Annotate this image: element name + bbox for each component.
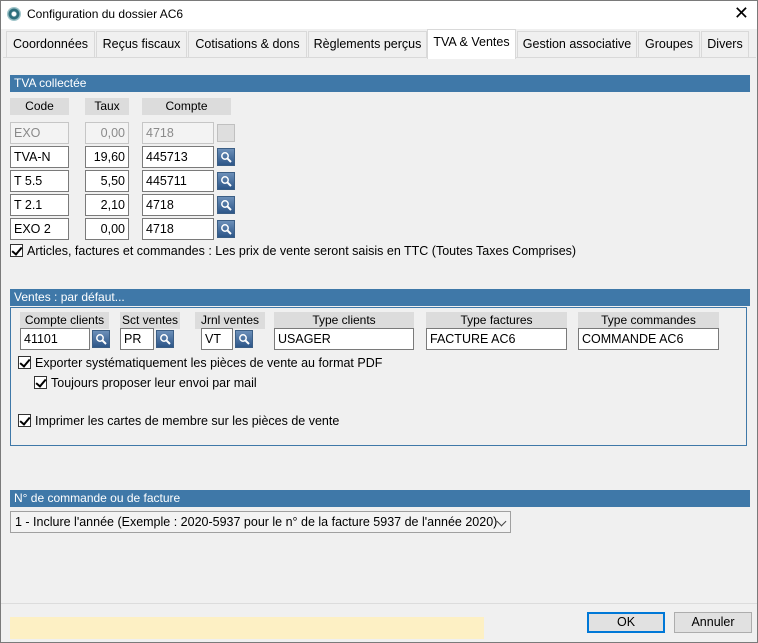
tva-code-field[interactable]: T 5.5	[10, 170, 69, 192]
tva-taux-field: 0,00	[85, 122, 129, 144]
sct-ventes-field[interactable]: PR	[120, 328, 154, 350]
tab-coordonnees[interactable]: Coordonnées	[6, 31, 95, 57]
send-mail-label: Toujours proposer leur envoi par mail	[51, 376, 257, 390]
config-dialog: Configuration du dossier AC6 ✕ Coordonné…	[0, 0, 758, 643]
window-title: Configuration du dossier AC6	[27, 7, 184, 21]
tva-compte-field[interactable]: 445711	[142, 170, 214, 192]
send-mail-checkbox[interactable]	[34, 376, 47, 389]
title-bar: Configuration du dossier AC6 ✕	[1, 1, 757, 29]
ttc-checkbox-row[interactable]: Articles, factures et commandes : Les pr…	[10, 243, 576, 259]
jrnl-ventes-lookup-button[interactable]	[235, 330, 253, 348]
export-pdf-row[interactable]: Exporter systématiquement les pièces de …	[18, 355, 382, 371]
ttc-checkbox-label: Articles, factures et commandes : Les pr…	[27, 244, 577, 258]
type-factures-field[interactable]: FACTURE AC6	[426, 328, 567, 350]
compte-lookup-button[interactable]	[217, 172, 235, 190]
magnifier-icon	[239, 334, 250, 345]
tab-gestion-associative[interactable]: Gestion associative	[517, 31, 637, 57]
dialog-footer: OK Annuler	[1, 603, 757, 642]
tva-code-field[interactable]: EXO 2	[10, 218, 69, 240]
app-icon	[7, 7, 21, 21]
compte-lookup-button[interactable]	[217, 220, 235, 238]
tva-compte-field[interactable]: 445713	[142, 146, 214, 168]
chevron-down-icon	[496, 516, 507, 527]
numbering-selected-value: 1 - Inclure l'année (Exemple : 2020-5937…	[15, 515, 498, 529]
header-type-factures: Type factures	[426, 312, 567, 329]
tva-code-field[interactable]: T 2.1	[10, 194, 69, 216]
send-mail-row[interactable]: Toujours proposer leur envoi par mail	[34, 375, 257, 391]
magnifier-icon	[221, 200, 232, 211]
compte-lookup-button	[217, 124, 235, 142]
type-clients-field[interactable]: USAGER	[274, 328, 414, 350]
header-compte-clients: Compte clients	[20, 312, 109, 329]
header-type-commandes: Type commandes	[578, 312, 719, 329]
compte-clients-lookup-button[interactable]	[92, 330, 110, 348]
export-pdf-checkbox[interactable]	[18, 356, 31, 369]
tab-cotisations-dons[interactable]: Cotisations & dons	[188, 31, 307, 57]
tva-taux-field[interactable]: 19,60	[85, 146, 129, 168]
tab-bar: Coordonnées Reçus fiscaux Cotisations & …	[3, 29, 755, 59]
header-jrnl-ventes: Jrnl ventes	[195, 312, 265, 329]
tva-compte-field: 4718	[142, 122, 214, 144]
header-sct-ventes: Sct ventes	[120, 312, 180, 329]
tva-compte-field[interactable]: 4718	[142, 218, 214, 240]
print-cards-label: Imprimer les cartes de membre sur les pi…	[35, 414, 340, 428]
tva-taux-field[interactable]: 0,00	[85, 218, 129, 240]
tva-code-field: EXO	[10, 122, 69, 144]
header-taux: Taux	[85, 98, 129, 115]
section-numbering: N° de commande ou de facture	[10, 490, 750, 507]
tab-recus-fiscaux[interactable]: Reçus fiscaux	[96, 31, 187, 57]
status-bar	[10, 617, 484, 639]
type-commandes-field[interactable]: COMMANDE AC6	[578, 328, 719, 350]
magnifier-icon	[221, 176, 232, 187]
magnifier-icon	[160, 334, 171, 345]
ttc-checkbox[interactable]	[10, 244, 23, 257]
tva-code-field[interactable]: TVA-N	[10, 146, 69, 168]
tab-tva-ventes[interactable]: TVA & Ventes	[427, 29, 516, 59]
tva-compte-field[interactable]: 4718	[142, 194, 214, 216]
header-compte: Compte	[142, 98, 231, 115]
magnifier-icon	[96, 334, 107, 345]
tva-taux-field[interactable]: 5,50	[85, 170, 129, 192]
jrnl-ventes-field[interactable]: VT	[201, 328, 233, 350]
ok-button[interactable]: OK	[587, 612, 665, 633]
magnifier-icon	[221, 224, 232, 235]
print-cards-row[interactable]: Imprimer les cartes de membre sur les pi…	[18, 413, 339, 429]
compte-lookup-button[interactable]	[217, 196, 235, 214]
section-tva-collectee: TVA collectée	[10, 75, 750, 92]
tab-divers[interactable]: Divers	[701, 31, 749, 57]
export-pdf-label: Exporter systématiquement les pièces de …	[35, 356, 383, 370]
section-ventes: Ventes : par défaut...	[10, 289, 750, 306]
print-cards-checkbox[interactable]	[18, 414, 31, 427]
cancel-button[interactable]: Annuler	[674, 612, 752, 633]
magnifier-icon	[221, 152, 232, 163]
tab-groupes[interactable]: Groupes	[638, 31, 700, 57]
numbering-select[interactable]: 1 - Inclure l'année (Exemple : 2020-5937…	[10, 511, 511, 533]
header-type-clients: Type clients	[274, 312, 414, 329]
tva-taux-field[interactable]: 2,10	[85, 194, 129, 216]
sct-ventes-lookup-button[interactable]	[156, 330, 174, 348]
tab-reglements-percus[interactable]: Règlements perçus	[308, 31, 427, 57]
compte-clients-field[interactable]: 41101	[20, 328, 90, 350]
compte-lookup-button[interactable]	[217, 148, 235, 166]
header-code: Code	[10, 98, 69, 115]
close-icon[interactable]: ✕	[734, 4, 749, 22]
